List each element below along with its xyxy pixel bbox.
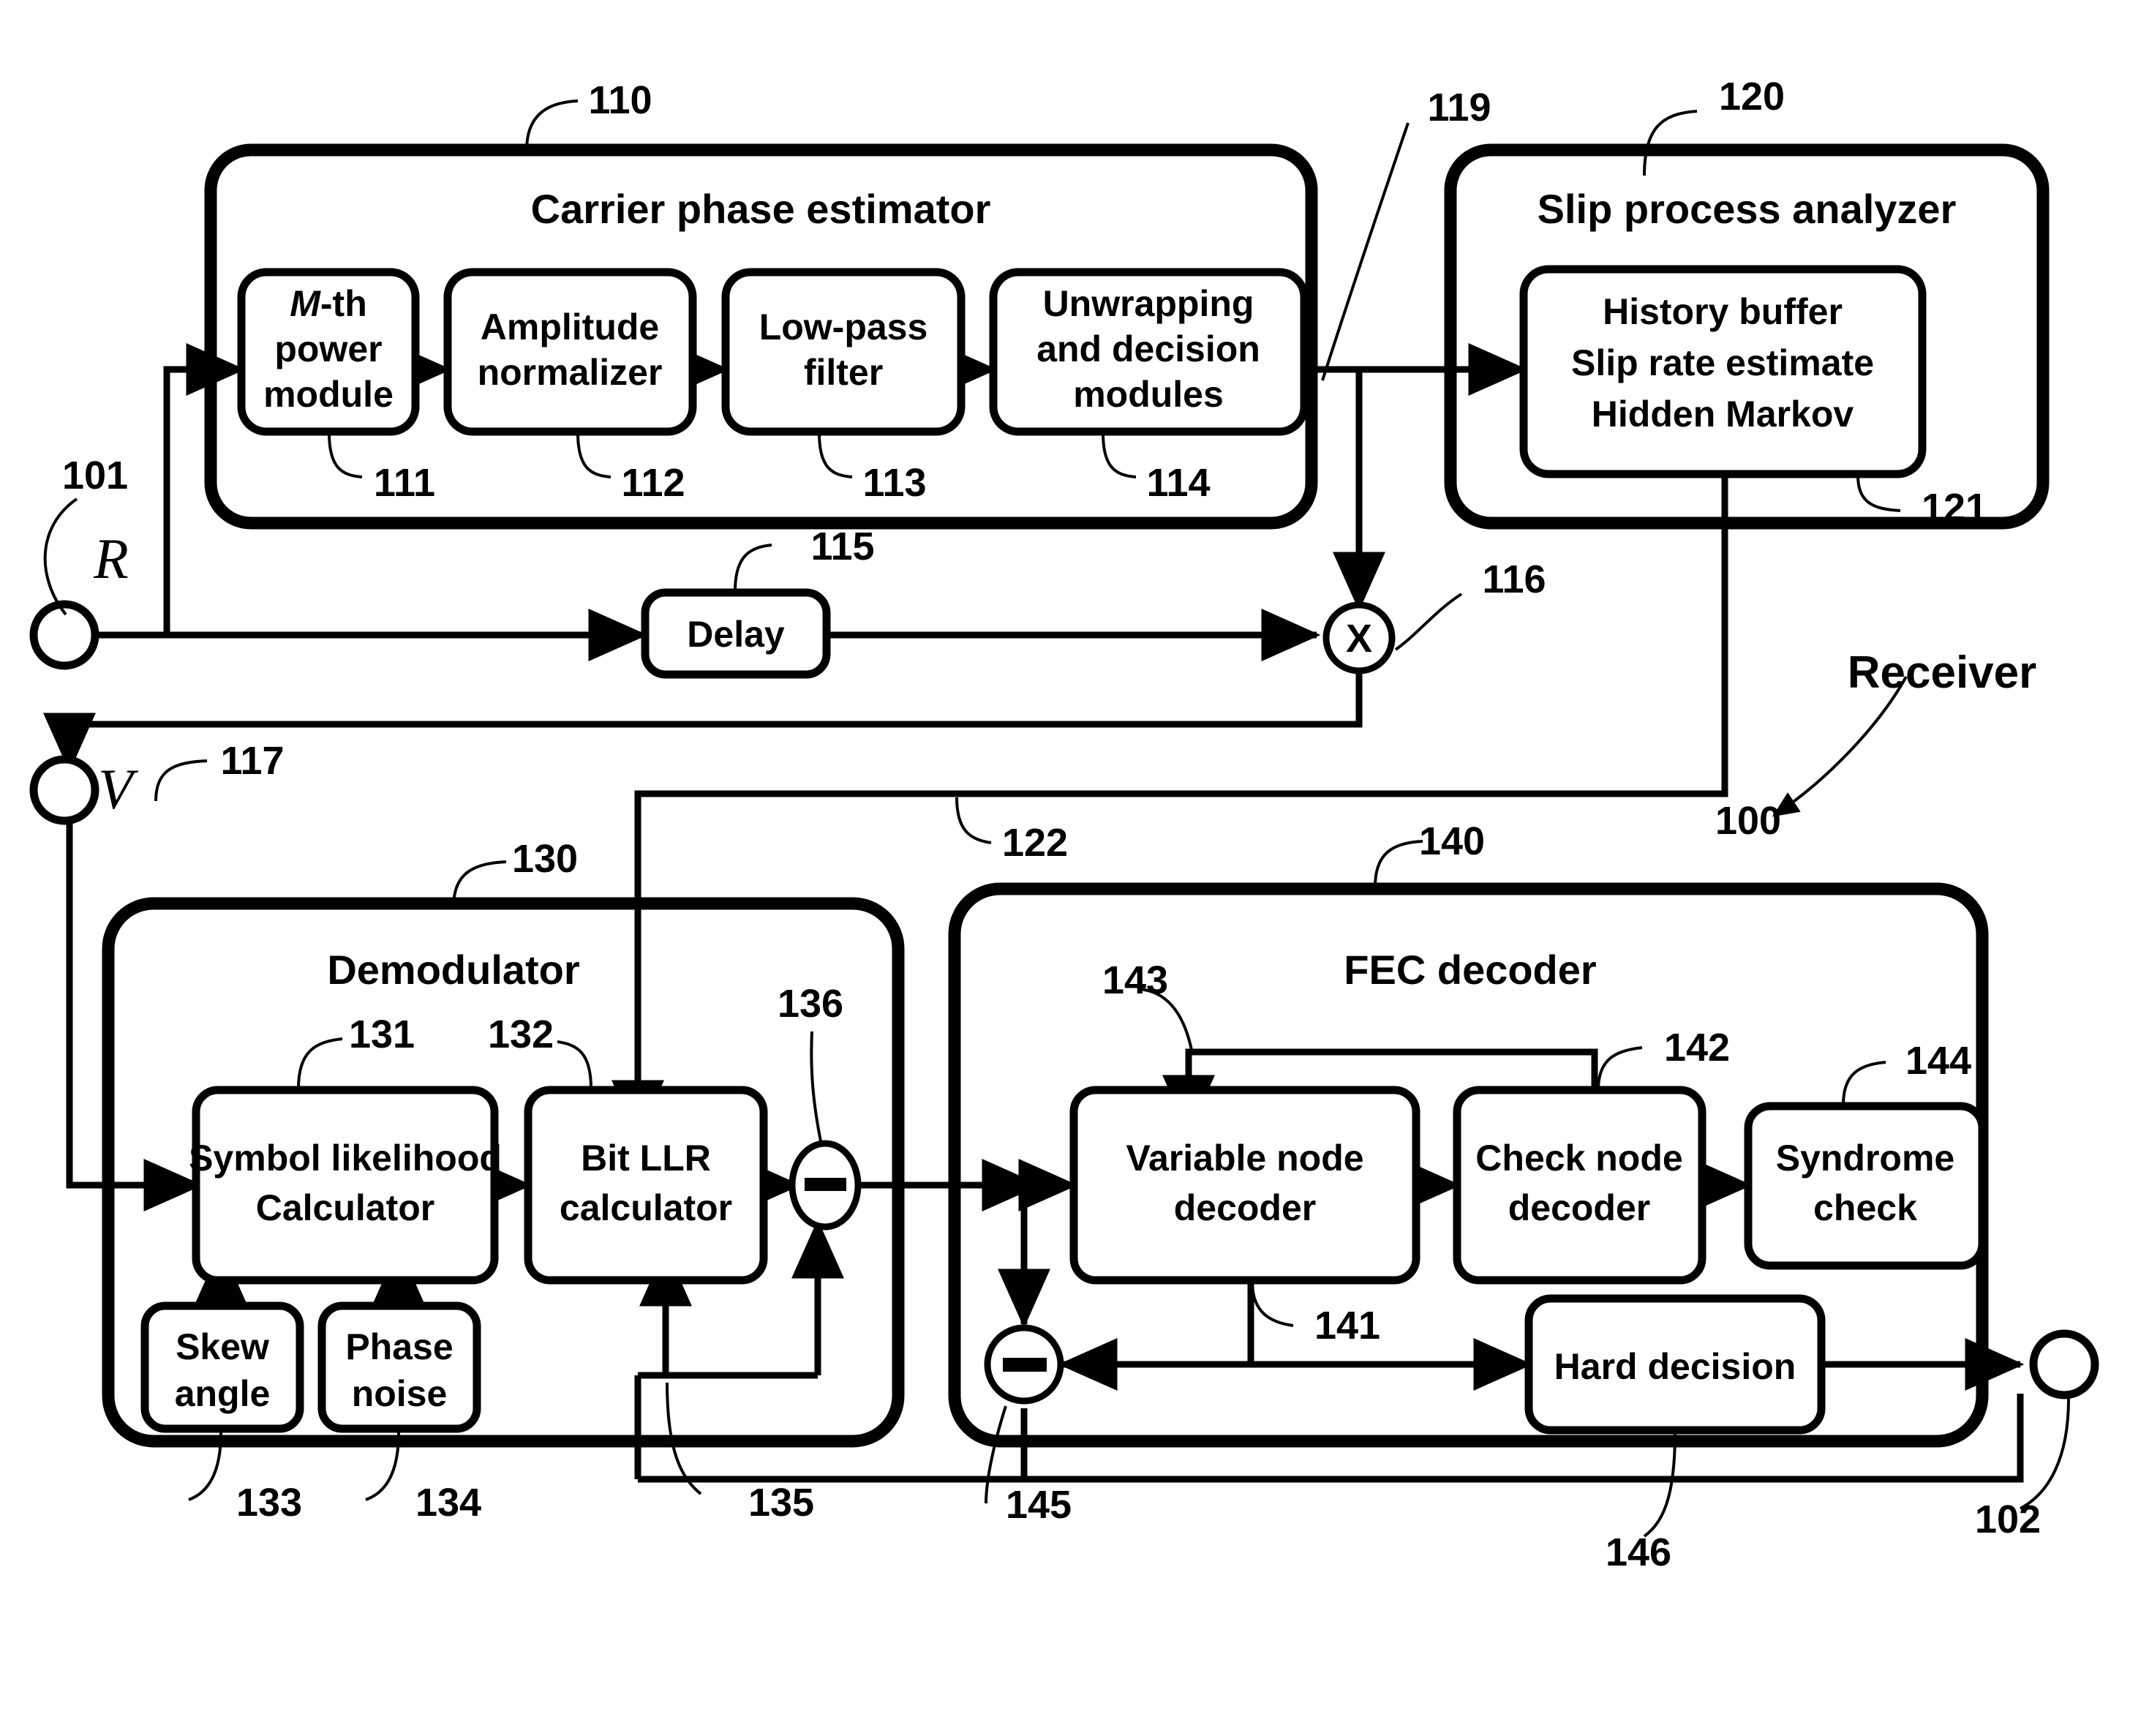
- leader-110: [525, 99, 579, 151]
- block-symbol-likelihood-calculator[interactable]: [192, 1086, 499, 1285]
- ref-133: 133: [236, 1481, 302, 1525]
- ref-135: 135: [748, 1481, 814, 1525]
- block-label-check-node-line1: Check node: [1475, 1138, 1682, 1179]
- block-label-hidden-markov: Hidden Markov: [1592, 394, 1854, 435]
- block-label-symbol-likelihood-line1: Symbol likelihood: [189, 1138, 502, 1179]
- ref-102: 102: [1975, 1498, 2041, 1541]
- leader-114: [1102, 432, 1137, 478]
- ref-113: 113: [862, 461, 926, 505]
- block-label-hard-decision: Hard decision: [1554, 1346, 1796, 1387]
- ref-136: 136: [778, 982, 843, 1026]
- block-label-phase-noise-line2: noise: [352, 1373, 448, 1414]
- ref-145: 145: [1006, 1483, 1072, 1527]
- port-output-node[interactable]: [2029, 1329, 2099, 1399]
- block-bit-llr-calculator[interactable]: [524, 1086, 768, 1285]
- leader-131: [297, 1037, 343, 1089]
- leader-144: [1842, 1061, 1886, 1105]
- block-label-delay: Delay: [687, 614, 785, 655]
- ref-100: 100: [1715, 799, 1781, 843]
- ref-117: 117: [220, 739, 284, 783]
- ref-112: 112: [621, 461, 685, 505]
- block-label-syndrome-line2: check: [1813, 1187, 1917, 1228]
- leader-113: [818, 432, 853, 478]
- leader-142: [1597, 1046, 1643, 1091]
- block-variable-node-decoder[interactable]: [1069, 1086, 1420, 1285]
- fec-decoder-title: FEC decoder: [1344, 947, 1596, 993]
- port-v-node[interactable]: [29, 755, 99, 825]
- multiplier-symbol: X: [1346, 617, 1372, 661]
- block-label-bit-llr-line2: calculator: [560, 1187, 732, 1228]
- leader-112: [576, 432, 611, 478]
- ref-101: 101: [62, 454, 128, 497]
- block-label-variable-node-line1: Variable node: [1126, 1138, 1363, 1179]
- ref-140: 140: [1419, 819, 1485, 863]
- block-label-check-node-line2: decoder: [1508, 1187, 1651, 1228]
- subtractor-145-minus-glyph: [1003, 1358, 1047, 1372]
- block-label-lowpass-line1: Low-pass: [759, 307, 928, 347]
- leader-121: [1856, 475, 1901, 512]
- block-syndrome-check[interactable]: [1744, 1102, 1987, 1270]
- block-label-skew-line2: angle: [175, 1373, 271, 1414]
- leader-101: [43, 497, 78, 616]
- ref-132: 132: [488, 1012, 554, 1056]
- block-label-symbol-likelihood-line2: Calculator: [256, 1187, 435, 1228]
- ref-114: 114: [1146, 461, 1210, 505]
- ref-134: 134: [415, 1481, 481, 1525]
- slip-process-analyzer-title: Slip process analyzer: [1538, 186, 1957, 232]
- block-label-slip-rate-estimate: Slip rate estimate: [1571, 342, 1874, 383]
- carrier-phase-estimator-title: Carrier phase estimator: [531, 186, 991, 232]
- leader-111: [328, 432, 363, 478]
- ref-121: 121: [1922, 486, 1987, 530]
- ref-143: 143: [1102, 958, 1168, 1002]
- block-label-mth-power-line2: power: [274, 328, 382, 369]
- leader-116: [1394, 593, 1463, 651]
- ref-110: 110: [588, 78, 652, 122]
- leader-122: [955, 797, 992, 844]
- leader-115: [734, 544, 772, 592]
- ref-146: 146: [1606, 1530, 1671, 1574]
- ref-144: 144: [1905, 1039, 1971, 1083]
- ref-130: 130: [512, 837, 578, 881]
- ref-116: 116: [1482, 557, 1546, 601]
- leader-132: [557, 1040, 592, 1089]
- block-label-unwrapping-line2: and decision: [1036, 328, 1260, 369]
- block-label-unwrapping-line1: Unwrapping: [1043, 283, 1254, 324]
- ref-119: 119: [1427, 86, 1491, 129]
- subtractor-136-minus-glyph: [805, 1178, 846, 1191]
- block-label-syndrome-line1: Syndrome: [1776, 1138, 1955, 1179]
- block-check-node-decoder[interactable]: [1453, 1086, 1706, 1285]
- receiver-label: Receiver: [1848, 647, 2037, 698]
- block-label-phase-noise-line1: Phase: [345, 1326, 453, 1367]
- leader-146: [1643, 1432, 1676, 1538]
- ref-120: 120: [1719, 75, 1785, 119]
- figure-canvas: Carrier phase estimator Slip process ana…: [0, 0, 2130, 1736]
- block-label-unwrapping-line3: modules: [1073, 374, 1224, 415]
- ref-141: 141: [1314, 1304, 1380, 1348]
- leader-141: [1251, 1281, 1294, 1327]
- leader-145: [985, 1405, 1007, 1504]
- block-label-mth-power-module: M-th: [290, 283, 367, 324]
- block-label-amplitude-line1: Amplitude: [481, 307, 659, 347]
- ref-115: 115: [810, 525, 874, 568]
- demodulator-title: Demodulator: [327, 947, 579, 993]
- block-label-history-buffer: History buffer: [1603, 291, 1843, 332]
- ref-131: 131: [349, 1012, 415, 1056]
- ref-111: 111: [374, 461, 435, 505]
- leader-136: [810, 1031, 822, 1142]
- block-label-bit-llr-line1: Bit LLR: [581, 1138, 711, 1179]
- block-label-lowpass-line2: filter: [804, 352, 883, 393]
- leader-140: [1374, 840, 1423, 887]
- ref-122: 122: [1002, 821, 1068, 865]
- block-label-amplitude-line2: normalizer: [478, 352, 663, 393]
- port-v-label: V: [98, 757, 139, 821]
- block-label-variable-node-line2: decoder: [1174, 1187, 1317, 1228]
- port-r-label: R: [93, 527, 129, 590]
- block-label-mth-power-line3: module: [263, 374, 394, 415]
- ref-142: 142: [1664, 1026, 1730, 1070]
- leader-120: [1643, 110, 1698, 176]
- leader-102: [2020, 1398, 2070, 1510]
- leader-117: [154, 759, 208, 802]
- block-label-skew-line1: Skew: [176, 1326, 269, 1367]
- leader-119: [1321, 122, 1410, 381]
